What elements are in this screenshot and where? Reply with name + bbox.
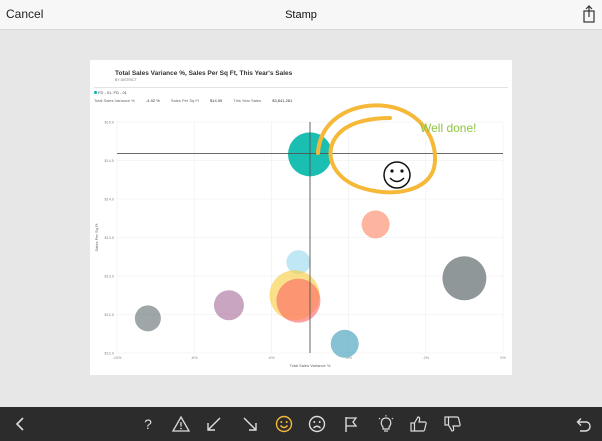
x-tick-label: -8% [191, 356, 198, 360]
y-axis-label: Sales Per Sq Ft [94, 223, 99, 252]
report-canvas: Total Sales Variance %, Sales Per Sq Ft,… [90, 60, 512, 375]
well-done-text: Well done! [420, 121, 476, 135]
x-axis-label: Total Sales Variance % [290, 363, 331, 368]
x-tick-label: -10% [113, 356, 122, 360]
question-icon[interactable]: ? [138, 414, 158, 434]
y-tick-label: $15.0 [104, 120, 114, 124]
x-tick-label: -6% [268, 356, 275, 360]
data-point[interactable] [286, 250, 311, 275]
lightbulb-icon[interactable] [376, 414, 396, 434]
scatter-chart: -10% -8% -6% -4% -2% 0%$12.0$12.5$13.0$13.5$1… [94, 103, 506, 368]
undo-icon[interactable] [572, 414, 592, 434]
data-point[interactable] [276, 278, 321, 323]
warning-icon[interactable] [171, 414, 191, 434]
share-icon[interactable] [581, 4, 597, 24]
sad-face-icon[interactable] [307, 414, 327, 434]
x-tick-label: -2% [422, 356, 429, 360]
y-tick-label: $13.0 [104, 274, 114, 278]
y-tick-label: $12.5 [104, 313, 114, 317]
y-tick-label: $12.0 [104, 351, 114, 355]
flag-icon[interactable] [341, 414, 361, 434]
back-icon[interactable] [10, 414, 30, 434]
thumbs-up-icon[interactable] [409, 414, 429, 434]
scribble-circle [316, 103, 438, 195]
stamp-annotation: Well done! [316, 103, 476, 195]
svg-text:?: ? [144, 416, 152, 432]
x-tick-label: 0% [500, 356, 506, 360]
y-tick-label: $14.5 [104, 159, 114, 163]
arrow-down-right-icon[interactable] [240, 414, 260, 434]
arrow-down-left-icon[interactable] [204, 414, 224, 434]
top-bar: Cancel Stamp [0, 0, 602, 30]
smiley-icon[interactable] [274, 414, 294, 434]
data-point[interactable] [442, 256, 487, 301]
y-tick-label: $13.5 [104, 236, 114, 240]
data-point[interactable] [134, 305, 161, 332]
data-point[interactable] [361, 210, 390, 239]
stamp-toolbar: ? [0, 407, 602, 441]
thumbs-down-icon[interactable] [443, 414, 463, 434]
data-point[interactable] [213, 290, 244, 321]
data-point[interactable] [330, 329, 359, 358]
smiley-stamp-icon [383, 161, 411, 189]
y-tick-label: $14.0 [104, 197, 114, 201]
page-title: Stamp [285, 9, 317, 21]
